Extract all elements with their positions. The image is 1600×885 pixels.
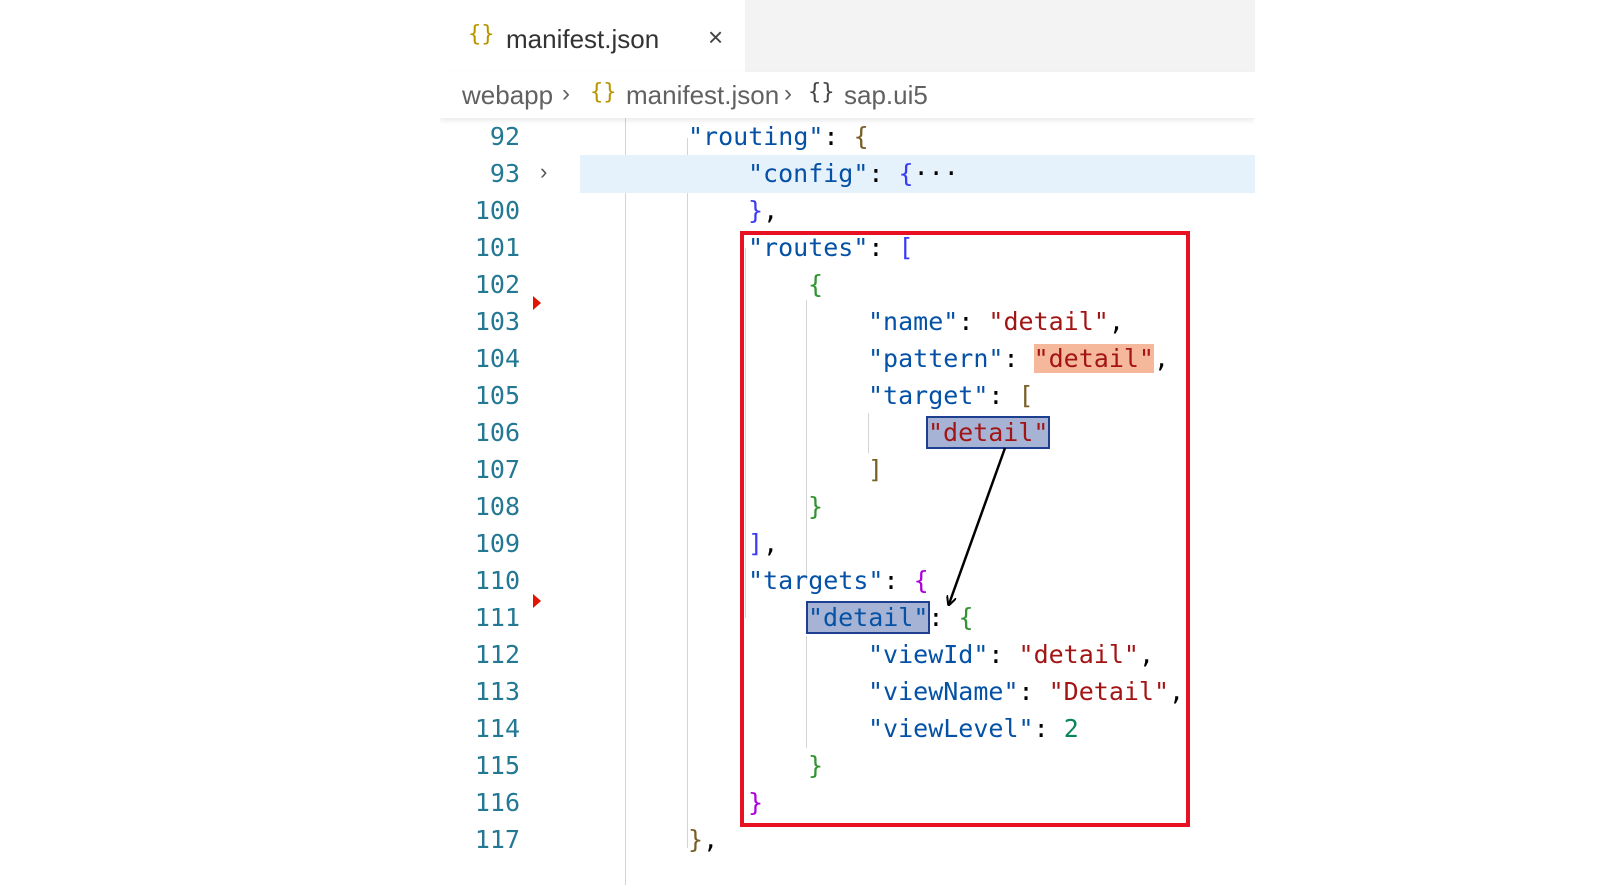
json-value-target-item: "detail" (925, 416, 1051, 449)
breadcrumb-item-webapp[interactable]: webapp (462, 80, 553, 111)
breadcrumb: webapp › {} manifest.json › {} sap.ui5 (440, 72, 1255, 118)
code-line-103: 103 "name": "detail", (440, 303, 1255, 341)
line-number: 117 (474, 825, 520, 854)
code-line-113: 113 "viewName": "Detail", (440, 673, 1255, 711)
json-value-viewName: "Detail" (1048, 677, 1170, 706)
line-number: 100 (474, 196, 520, 225)
code-line-108: 108 } (440, 488, 1255, 526)
line-number: 114 (474, 714, 520, 743)
code-line-110: 110 "targets": { (440, 562, 1255, 600)
tab-manifest-json[interactable]: {} manifest.json × (440, 0, 745, 72)
line-number: 115 (474, 751, 520, 780)
code-line-104: 104 "pattern": "detail", (440, 340, 1255, 378)
code-line-92: 92 "routing": { (440, 118, 1255, 156)
line-number: 110 (474, 566, 520, 595)
code-line-93: 93 › "config": {··· (440, 155, 1255, 193)
line-number: 104 (474, 344, 520, 373)
line-number: 113 (474, 677, 520, 706)
breadcrumb-item-sap-ui5[interactable]: sap.ui5 (844, 80, 928, 111)
line-number: 105 (474, 381, 520, 410)
code-line-112: 112 "viewId": "detail", (440, 636, 1255, 674)
breadcrumb-item-manifest[interactable]: manifest.json (626, 80, 779, 111)
json-key-target: "target" (868, 381, 989, 410)
code-line-106: 106 "detail" (440, 414, 1255, 452)
chevron-right-icon: › (562, 80, 570, 107)
line-number: 102 (474, 270, 520, 299)
json-key-viewId: "viewId" (868, 640, 989, 669)
json-file-icon: {} (590, 80, 617, 105)
line-number: 107 (474, 455, 520, 484)
json-file-icon: {} (468, 22, 495, 47)
json-key-viewLevel: "viewLevel" (868, 714, 1034, 743)
json-key-viewName: "viewName" (868, 677, 1019, 706)
line-number: 108 (474, 492, 520, 521)
line-number: 111 (474, 603, 520, 632)
tab-label: manifest.json (506, 24, 660, 54)
tab-bar: {} manifest.json × (440, 0, 1255, 72)
line-number: 103 (474, 307, 520, 336)
json-key-routing: "routing" (688, 122, 824, 151)
json-key-name: "name" (868, 307, 959, 336)
code-line-115: 115 } (440, 747, 1255, 785)
code-line-105: 105 "target": [ (440, 377, 1255, 415)
code-line-101: 101 "routes": [ (440, 229, 1255, 267)
line-number: 92 (489, 122, 520, 151)
code-line-100: 100 }, (440, 192, 1255, 230)
code-line-111: 111 "detail": { (440, 599, 1255, 637)
json-value-pattern: "detail" (1033, 344, 1154, 373)
code-line-107: 107 ] (440, 451, 1255, 489)
editor-window: {} manifest.json × webapp › {} manifest.… (440, 0, 1255, 885)
code-line-102: 102 { (440, 266, 1255, 304)
chevron-right-icon: › (784, 80, 792, 107)
folded-ellipsis[interactable]: ··· (914, 159, 959, 188)
fold-chevron-icon[interactable]: › (540, 159, 547, 185)
json-key-detail: "detail" (805, 601, 931, 634)
line-number: 106 (474, 418, 520, 447)
json-value-name: "detail" (988, 307, 1109, 336)
json-key-pattern: "pattern" (868, 344, 1004, 373)
code-line-116: 116 } (440, 784, 1255, 822)
json-value-viewLevel: 2 (1063, 714, 1079, 743)
code-area[interactable]: 92 "routing": { 93 › "config": {··· 100 … (440, 118, 1255, 885)
line-number: 93 (489, 159, 520, 188)
json-key-routes: "routes" (748, 233, 869, 262)
json-key-config: "config" (748, 159, 869, 188)
json-key-targets: "targets" (748, 566, 884, 595)
code-line-117: 117 }, (440, 821, 1255, 859)
line-number: 112 (474, 640, 520, 669)
line-number: 109 (474, 529, 520, 558)
close-icon[interactable]: × (708, 22, 723, 53)
code-line-109: 109 ], (440, 525, 1255, 563)
line-number: 101 (474, 233, 520, 262)
json-value-viewId: "detail" (1018, 640, 1139, 669)
code-line-114: 114 "viewLevel": 2 (440, 710, 1255, 748)
line-number: 116 (474, 788, 520, 817)
object-icon: {} (808, 80, 835, 105)
